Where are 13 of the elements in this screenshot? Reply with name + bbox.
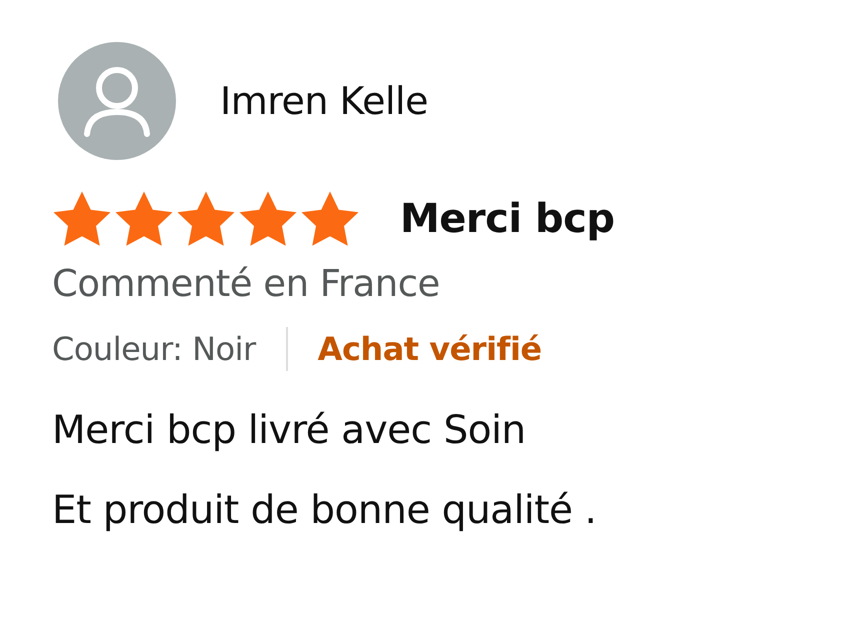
- star-icon: [114, 190, 174, 248]
- star-icon: [52, 190, 112, 248]
- review-text: Et produit de bonne qualité .: [52, 487, 598, 535]
- star-icon: [176, 190, 236, 248]
- review-title: Merci bcp: [400, 196, 614, 242]
- reviewer-name: Imren Kelle: [220, 79, 428, 123]
- review-text: Merci bcp livré avec Soin: [52, 407, 527, 455]
- review-location: Commenté en France: [52, 262, 441, 305]
- star-icon: [238, 190, 298, 248]
- verified-purchase-label: Achat vérifié: [318, 330, 542, 368]
- product-variant: Couleur: Noir: [52, 330, 256, 368]
- star-icon: [300, 190, 360, 248]
- avatar-icon: [58, 42, 176, 160]
